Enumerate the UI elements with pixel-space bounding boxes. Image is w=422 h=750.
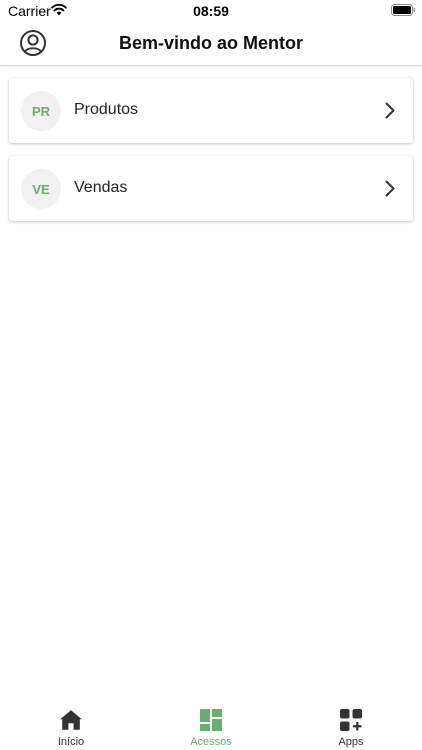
- chevron-right-icon: [385, 180, 395, 197]
- tab-apps[interactable]: Apps: [311, 708, 391, 750]
- tab-inicio[interactable]: Início: [31, 708, 111, 750]
- page-title: Bem-vindo ao Mentor: [118, 33, 303, 53]
- clock: 08:59: [193, 3, 229, 19]
- status-bar: Carrier 08:59: [0, 0, 422, 22]
- chevron-right-icon: [385, 102, 395, 119]
- avatar: VE: [21, 169, 61, 209]
- battery-icon: [391, 4, 416, 16]
- list-item-produtos[interactable]: PR Produtos: [9, 78, 413, 143]
- apps-add-icon: [340, 709, 362, 731]
- tab-label: Acessos: [190, 736, 232, 748]
- home-icon: [60, 710, 82, 730]
- avatar: PR: [21, 91, 61, 131]
- list-item-label: Produtos: [74, 101, 139, 118]
- list-item-vendas[interactable]: VE Vendas: [9, 156, 413, 221]
- list-item-label: Vendas: [74, 179, 128, 196]
- tab-label: Apps: [338, 736, 364, 748]
- nav-bar: Bem-vindo ao Mentor: [0, 22, 422, 66]
- grid-icon: [200, 709, 222, 731]
- tab-bar: Início Acessos Apps: [0, 700, 422, 750]
- tab-label: Início: [57, 736, 85, 748]
- tab-acessos[interactable]: Acessos: [171, 708, 251, 750]
- access-list: PR Produtos VE Vendas: [9, 78, 413, 234]
